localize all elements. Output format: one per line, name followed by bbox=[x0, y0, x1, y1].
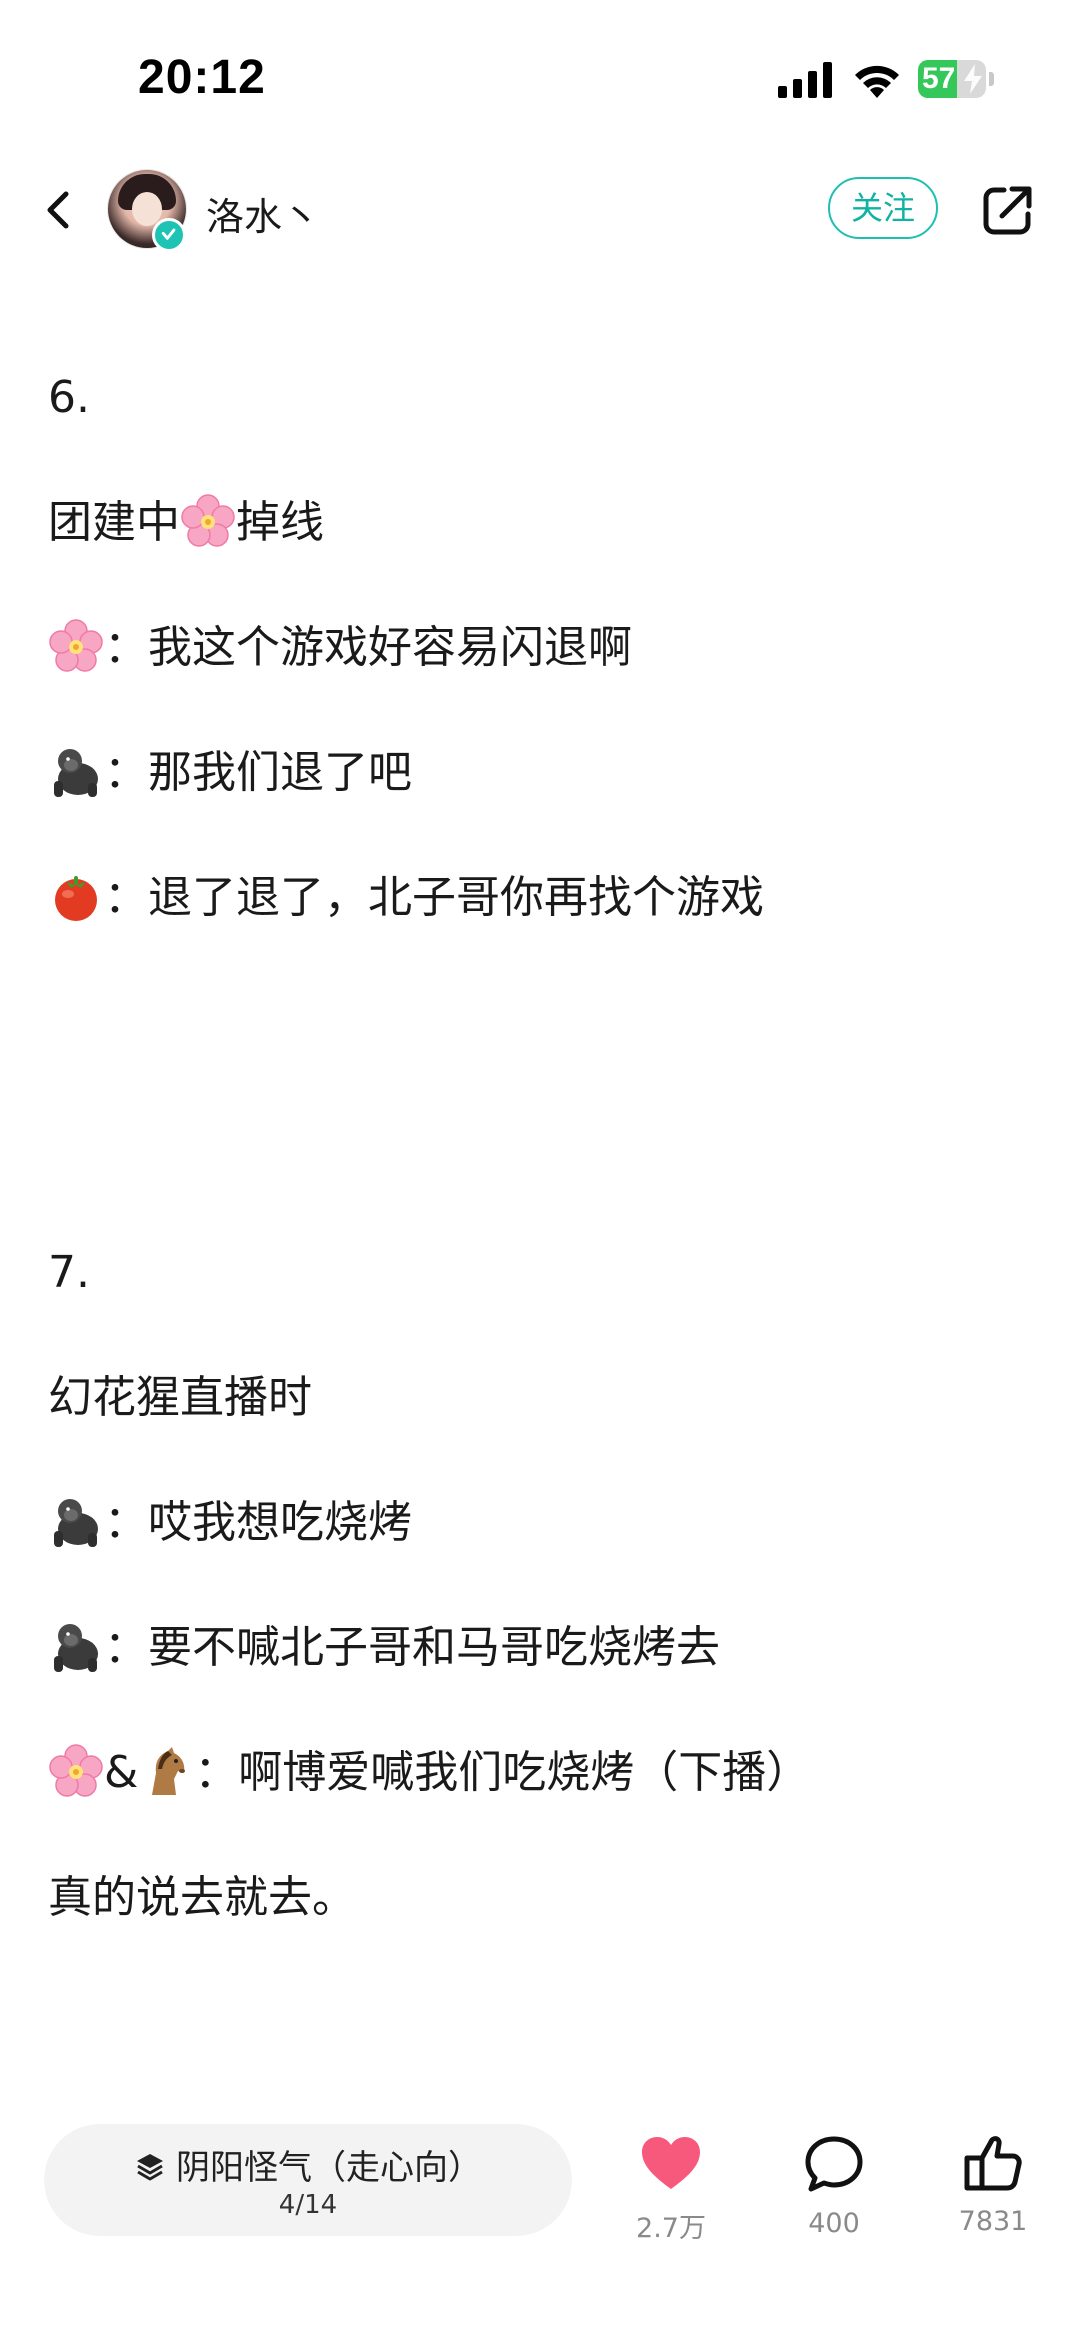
cherry-blossom-icon bbox=[49, 619, 103, 672]
follow-button[interactable]: 关注 bbox=[828, 177, 938, 239]
tomato-icon bbox=[55, 876, 97, 921]
heart-icon bbox=[642, 2137, 700, 2189]
post-line: 团建中 掉线 bbox=[48, 493, 324, 553]
line-text: 团建中 bbox=[48, 497, 180, 548]
thumbs-up-button[interactable]: 7831 bbox=[928, 2134, 1058, 2237]
like-count: 2.7万 bbox=[636, 2213, 706, 2244]
comment-bubble-icon bbox=[805, 2136, 863, 2192]
line-text: ：那我们退了吧 bbox=[104, 747, 412, 798]
line-text: ：啊博爱喊我们吃烧烤（下播） bbox=[194, 1747, 811, 1798]
line-text: ：哎我想吃烧烤 bbox=[104, 1497, 412, 1548]
comment-count: 400 bbox=[808, 2208, 860, 2239]
comment-button[interactable]: 400 bbox=[769, 2134, 899, 2239]
line-text: 7. bbox=[48, 1247, 90, 1298]
line-text: ：退了退了，北子哥你再找个游戏 bbox=[104, 872, 764, 923]
charging-bolt-icon bbox=[964, 64, 982, 94]
author-name[interactable]: 洛水丶 bbox=[206, 186, 320, 241]
battery-indicator: 57 bbox=[918, 60, 998, 98]
bottom-action-bar: 阴阳怪气（走心向） 4/14 2.7万 400 7831 bbox=[0, 2100, 1080, 2300]
back-arrow-icon[interactable] bbox=[38, 180, 78, 240]
wifi-icon bbox=[855, 65, 899, 98]
collection-button[interactable]: 阴阳怪气（走心向） 4/14 bbox=[44, 2124, 572, 2236]
post-header: 洛水丶 关注 bbox=[0, 160, 1080, 260]
gorilla-icon bbox=[54, 1624, 98, 1672]
section-number-7: 7. bbox=[48, 1243, 90, 1303]
collection-title-row: 阴阳怪气（走心向） bbox=[44, 2140, 572, 2189]
post-line: 真的说去就去。 bbox=[48, 1868, 356, 1928]
battery-cap bbox=[989, 72, 994, 86]
post-line: & ：啊博爱喊我们吃烧烤（下播） bbox=[48, 1743, 810, 1803]
line-text: 6. bbox=[48, 372, 90, 423]
cherry-blossom-icon bbox=[181, 494, 235, 547]
post-line: ：我这个游戏好容易闪退啊 bbox=[48, 618, 632, 678]
horse-icon bbox=[152, 1747, 186, 1795]
post-line: ：哎我想吃烧烤 bbox=[48, 1493, 412, 1553]
line-text: ：要不喊北子哥和马哥吃烧烤去 bbox=[104, 1622, 720, 1673]
verified-badge-icon bbox=[152, 218, 186, 252]
section-number-6: 6. bbox=[48, 368, 90, 428]
line-text: ：我这个游戏好容易闪退啊 bbox=[104, 622, 632, 673]
like-button[interactable]: 2.7万 bbox=[606, 2134, 736, 2245]
line-text-after: 掉线 bbox=[236, 497, 324, 548]
post-line: ：那我们退了吧 bbox=[48, 743, 412, 803]
gorilla-icon bbox=[54, 749, 98, 797]
post-line: ：退了退了，北子哥你再找个游戏 bbox=[48, 868, 764, 928]
battery-body: 57 bbox=[918, 60, 986, 98]
post-line: ：要不喊北子哥和马哥吃烧烤去 bbox=[48, 1618, 720, 1678]
line-text: 幻花猩直播时 bbox=[48, 1372, 312, 1423]
cellular-signal-icon bbox=[778, 62, 832, 98]
battery-level: 57 bbox=[922, 62, 956, 95]
collection-title: 阴阳怪气（走心向） bbox=[176, 2148, 482, 2188]
ampersand: & bbox=[104, 1747, 139, 1798]
line-text: 真的说去就去。 bbox=[48, 1872, 356, 1923]
layers-icon bbox=[137, 2154, 163, 2181]
gorilla-icon bbox=[54, 1499, 98, 1547]
thumbs-up-icon bbox=[964, 2136, 1022, 2191]
cherry-blossom-icon bbox=[49, 1744, 103, 1797]
status-bar: 20:12 57 bbox=[0, 0, 1080, 160]
thumbs-up-count: 7831 bbox=[958, 2206, 1028, 2237]
collection-progress: 4/14 bbox=[278, 2190, 338, 2220]
share-icon[interactable] bbox=[980, 182, 1036, 238]
post-line: 幻花猩直播时 bbox=[48, 1368, 312, 1428]
status-time: 20:12 bbox=[138, 51, 266, 104]
